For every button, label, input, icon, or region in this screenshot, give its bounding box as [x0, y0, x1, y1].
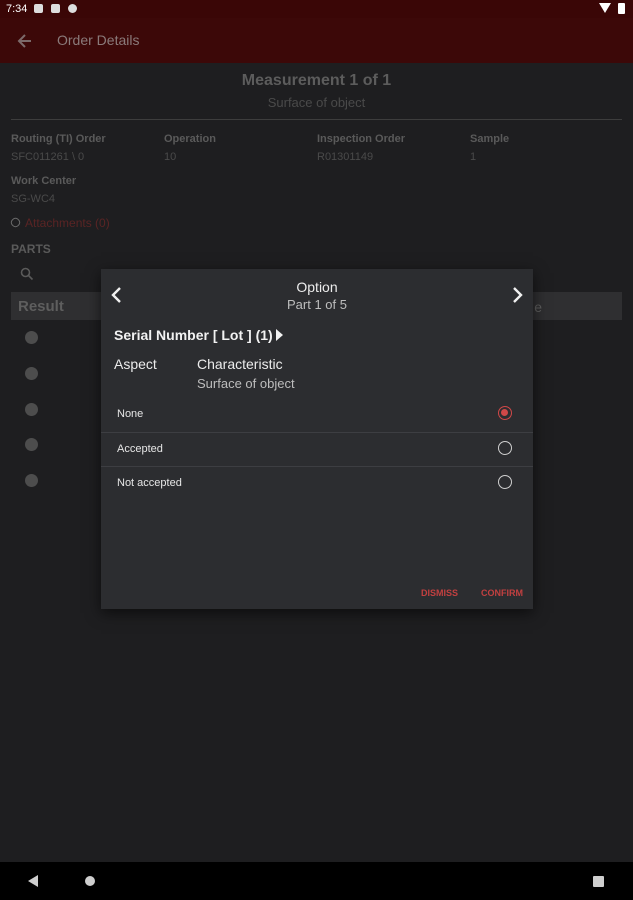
routing-order-value: SFC011261 \ 0 [11, 151, 85, 163]
sample-value: 1 [470, 151, 477, 163]
search-icon[interactable] [20, 267, 34, 281]
measurement-title: Measurement 1 of 1 [241, 72, 392, 89]
screen: 7:34 Order Details Measurement 1 of 1 Su… [0, 0, 633, 900]
part-row-indicator[interactable] [25, 367, 38, 380]
characteristic-label: Characteristic [197, 356, 283, 372]
serial-number-label: Serial Number [ Lot ] (1) [114, 327, 273, 343]
sync-icon [68, 4, 77, 13]
radio-button[interactable] [498, 406, 512, 420]
status-time: 7:34 [6, 3, 28, 15]
dialog-title: Option [296, 279, 338, 295]
notification-icon [34, 4, 43, 13]
inspection-order-label: Inspection Order [317, 133, 406, 145]
confirm-button[interactable]: CONFIRM [481, 588, 523, 598]
status-bar: 7:34 [0, 0, 633, 18]
chevron-right-icon[interactable] [508, 285, 526, 305]
option-accepted[interactable]: Accepted [101, 432, 533, 466]
battery-icon [618, 3, 625, 14]
measurement-subtitle: Surface of object [267, 95, 366, 110]
operation-value: 10 [164, 151, 177, 163]
divider [11, 119, 622, 120]
operation-label: Operation [164, 133, 216, 145]
system-nav-bar [0, 862, 633, 900]
attachments-link[interactable]: Attachments (0) [9, 216, 110, 230]
radio-button[interactable] [498, 475, 512, 489]
part-row-indicator[interactable] [25, 331, 38, 344]
toolbar-title: Order Details [57, 32, 140, 48]
app-toolbar: Order Details [0, 18, 633, 63]
part-row-indicator[interactable] [25, 438, 38, 451]
routing-order-label: Routing (TI) Order [11, 133, 106, 145]
work-center-value: SG-WC4 [11, 193, 55, 205]
option-dialog: Option Part 1 of 5 Serial Number [ Lot ]… [101, 269, 533, 609]
sim-icon [51, 4, 60, 13]
part-row-indicator[interactable] [25, 474, 38, 487]
radio-button[interactable] [498, 441, 512, 455]
option-not-accepted[interactable]: Not accepted [101, 466, 533, 500]
back-arrow-icon[interactable] [14, 30, 36, 52]
parts-heading: PARTS [11, 242, 51, 256]
option-label: None [117, 408, 144, 420]
aspect-label: Aspect [114, 356, 157, 372]
serial-number-selector[interactable]: Serial Number [ Lot ] (1) [114, 327, 283, 343]
dialog-subtitle: Part 1 of 5 [287, 297, 347, 312]
attachments-label: Attachments (0) [25, 216, 110, 230]
nav-home-icon[interactable] [85, 876, 95, 886]
wifi-icon [599, 3, 611, 13]
option-label: Accepted [117, 443, 163, 455]
sample-label: Sample [470, 133, 510, 145]
nav-back-icon[interactable] [28, 875, 38, 887]
characteristic-value: Surface of object [197, 376, 295, 391]
part-row-indicator[interactable] [25, 403, 38, 416]
work-center-label: Work Center [11, 175, 77, 187]
nav-recents-icon[interactable] [593, 876, 604, 887]
caret-right-icon [275, 329, 283, 341]
dismiss-button[interactable]: DISMISS [421, 588, 458, 598]
option-label: Not accepted [117, 477, 182, 489]
column-header-fragment: e [534, 299, 542, 315]
paperclip-icon [9, 216, 22, 229]
option-none[interactable]: None [101, 397, 533, 431]
result-header: Result [18, 298, 64, 315]
inspection-order-value: R01301149 [317, 151, 374, 163]
